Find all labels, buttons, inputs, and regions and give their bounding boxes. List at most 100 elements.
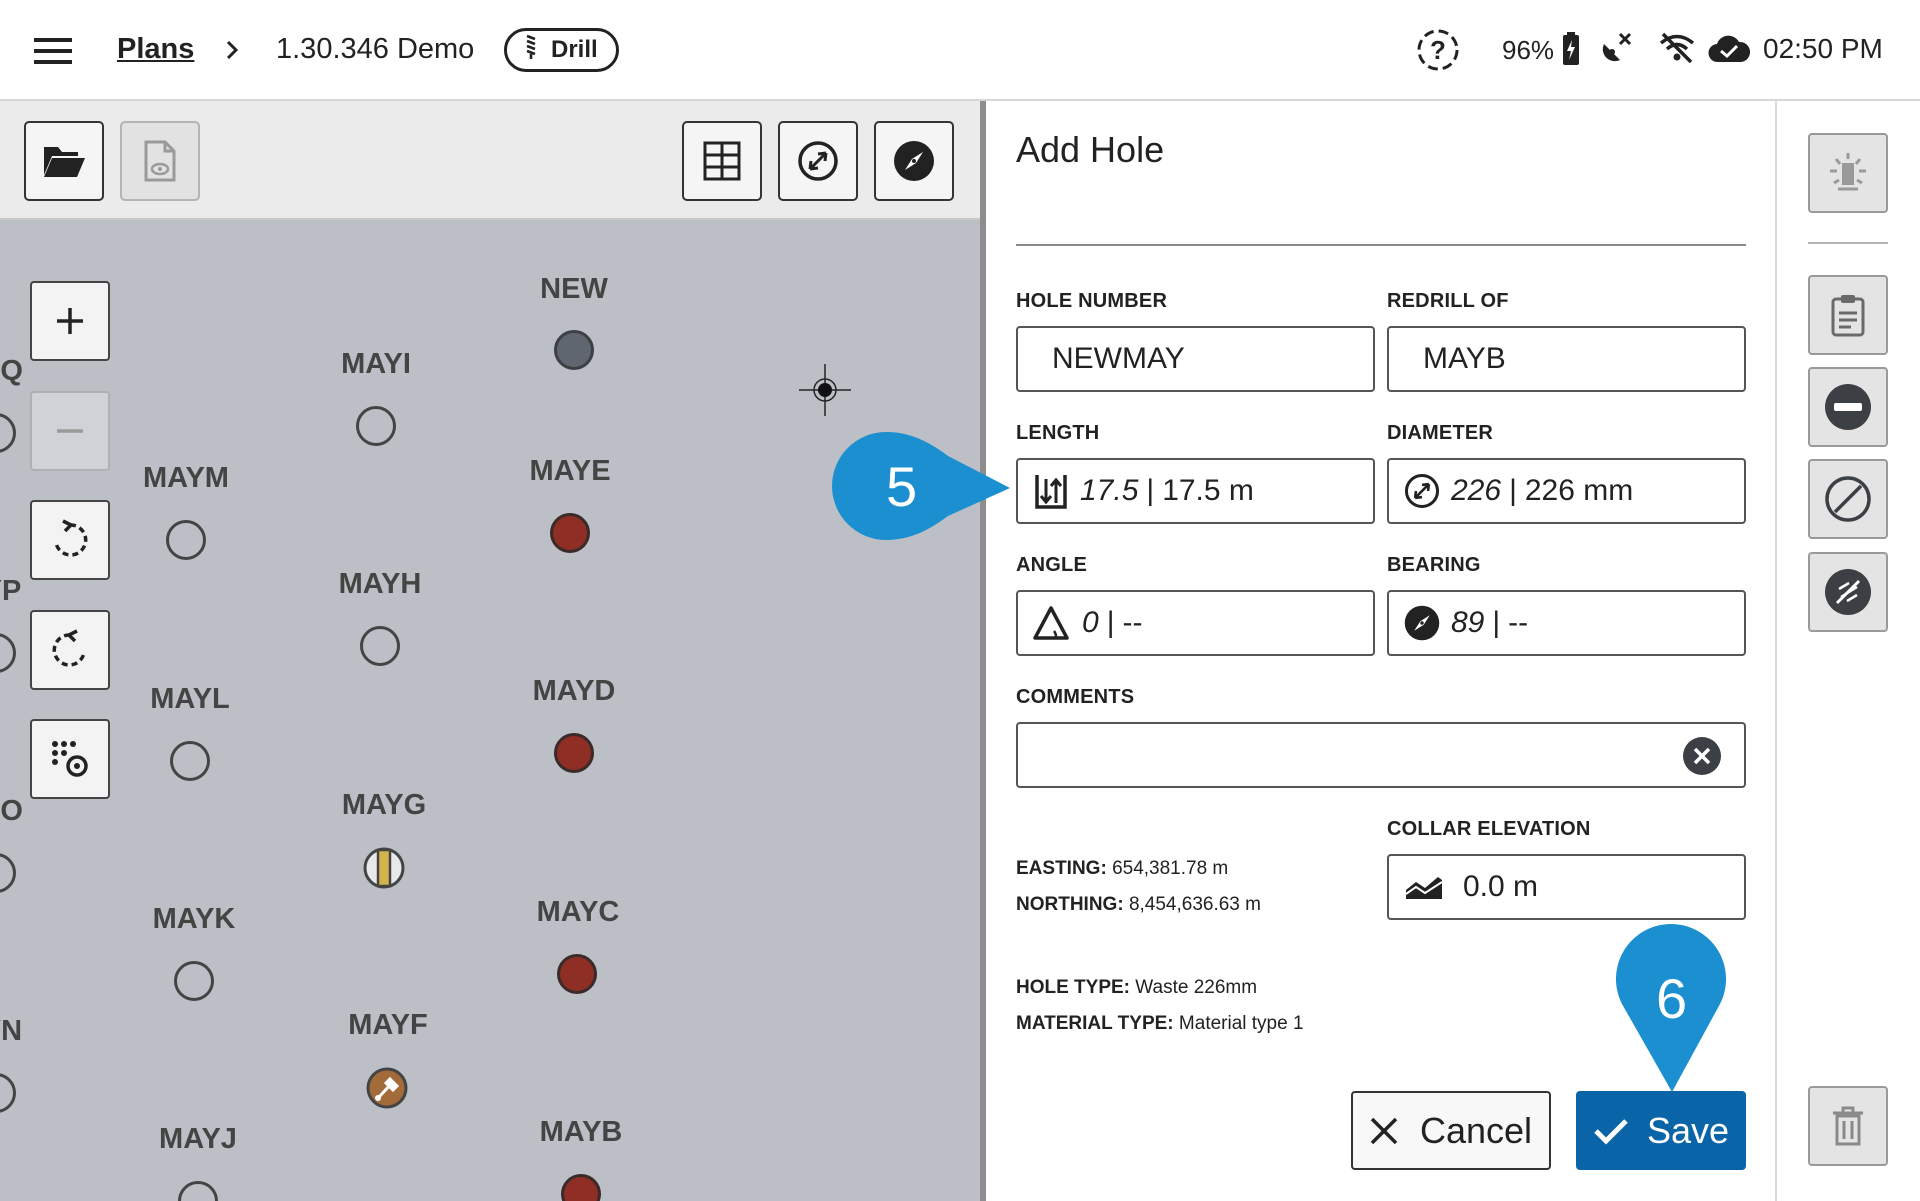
partially-drilled-hole-marker[interactable] (363, 847, 405, 894)
hole-marker[interactable] (174, 961, 214, 1001)
diameter-view-button[interactable] (778, 121, 858, 201)
dots-settings-icon (52, 741, 88, 777)
rotate-clockwise-icon (54, 519, 88, 557)
compass-icon (894, 141, 934, 181)
hole-label: YN (0, 1015, 23, 1047)
drill-icon (523, 34, 539, 67)
disable-hole-button[interactable] (1808, 552, 1888, 632)
hole-label: MAYC (536, 896, 620, 928)
hole-marker[interactable] (178, 1181, 218, 1201)
rotate-clockwise-button[interactable] (30, 500, 110, 580)
hole-label: MAYK (152, 903, 236, 935)
material-type-line: MATERIAL TYPE: Material type 1 (1016, 1013, 1304, 1035)
angle-converted: -- (1122, 606, 1143, 639)
minus-icon (57, 429, 83, 433)
diameter-icon (1403, 472, 1441, 510)
help-icon[interactable]: ? (1416, 28, 1460, 77)
hole-number-field[interactable]: NEWMAY (1016, 326, 1375, 392)
table-view-button[interactable] (682, 121, 762, 201)
zoom-in-button[interactable] (30, 281, 110, 361)
hole-marker[interactable] (166, 520, 206, 560)
diameter-field[interactable]: 226 | 226 mm (1387, 458, 1746, 524)
save-button[interactable]: Save (1576, 1091, 1746, 1170)
clipboard-button[interactable] (1808, 275, 1888, 355)
diameter-label: DIAMETER (1387, 422, 1494, 444)
hole-marker[interactable] (0, 1073, 16, 1113)
collar-elevation-value: 0.0 m (1463, 870, 1539, 903)
length-label: LENGTH (1016, 422, 1100, 444)
drilled-hole-marker[interactable] (561, 1174, 601, 1201)
comments-label: COMMENTS (1016, 686, 1135, 708)
hole-type-value: Waste 226mm (1135, 977, 1258, 998)
material-type-label: MATERIAL TYPE: (1016, 1013, 1174, 1034)
hole-label: MAYJ (159, 1123, 237, 1155)
rotate-counterclockwise-icon (52, 629, 86, 667)
hole-pattern-settings-button[interactable] (30, 719, 110, 799)
redrill-of-field[interactable]: MAYB (1387, 326, 1746, 392)
angle-icon (1032, 605, 1070, 641)
hole-marker[interactable] (356, 406, 396, 446)
drilled-hole-marker[interactable] (550, 513, 590, 553)
drilled-hole-marker[interactable] (554, 733, 594, 773)
hole-label: NEW (540, 273, 608, 305)
new-hole-marker[interactable] (554, 330, 594, 370)
minus-circle-icon (1825, 384, 1871, 430)
mode-pill-label: Drill (551, 36, 598, 63)
northing-value: 8,454,636.63 m (1128, 894, 1261, 915)
panel-title: Add Hole (1016, 129, 1165, 170)
preview-document-button[interactable] (120, 121, 200, 201)
collar-elevation-label: COLLAR ELEVATION (1387, 818, 1591, 840)
map-toolbar (0, 101, 980, 220)
right-tool-rail (1775, 101, 1920, 1201)
clear-comments-icon[interactable] (1682, 736, 1722, 781)
zoom-out-button[interactable] (30, 391, 110, 471)
cloud-done-icon (1708, 32, 1751, 69)
step-5-callout: 5 (832, 432, 1022, 540)
redrill-of-label: REDRILL OF (1387, 290, 1509, 312)
length-icon (1034, 473, 1068, 509)
save-label: Save (1646, 1109, 1730, 1151)
block-hole-button[interactable] (1808, 459, 1888, 539)
hole-marker[interactable] (360, 626, 400, 666)
rail-divider (1808, 242, 1888, 244)
length-field[interactable]: 17.5 | 17.5 m (1016, 458, 1375, 524)
remove-hole-button[interactable] (1808, 367, 1888, 447)
delete-button[interactable] (1808, 1086, 1888, 1166)
hole-label: MAYG (341, 789, 427, 821)
blast-icon (1830, 153, 1866, 191)
hole-marker[interactable] (170, 741, 210, 781)
hole-number-label: HOLE NUMBER (1016, 290, 1168, 312)
explode-tool-button[interactable] (1808, 133, 1888, 213)
title-divider (1016, 244, 1746, 246)
hole-type-line: HOLE TYPE: Waste 226mm (1016, 977, 1257, 999)
collar-elevation-field[interactable]: 0.0 m (1387, 854, 1746, 920)
bearing-label: BEARING (1387, 554, 1481, 576)
hole-label: YQ (0, 355, 23, 387)
cancel-button[interactable]: Cancel (1351, 1091, 1551, 1170)
rotate-counterclockwise-button[interactable] (30, 610, 110, 690)
angle-field[interactable]: 0 | -- (1016, 590, 1375, 656)
hole-number-value: NEWMAY (1052, 342, 1185, 375)
svg-text:?: ? (1430, 35, 1446, 65)
comments-input[interactable] (1016, 722, 1746, 788)
angle-label: ANGLE (1016, 554, 1087, 576)
hole-marker[interactable] (0, 633, 16, 673)
hole-label: MAYE (529, 455, 611, 487)
bearing-field[interactable]: 89 | -- (1387, 590, 1746, 656)
open-folder-button[interactable] (24, 121, 104, 201)
drilled-hole-marker[interactable] (557, 954, 597, 994)
top-bar: Plans 1.30.346 Demo Drill ? 96% 02:50 PM (0, 0, 1920, 101)
bearing-converted: -- (1508, 606, 1529, 639)
breadcrumb-plans-link[interactable]: Plans (117, 33, 194, 66)
compass-view-button[interactable] (874, 121, 954, 201)
hole-marker[interactable] (0, 853, 16, 893)
map-view[interactable]: YQ YP YO YN MAYM MAYL MAYK MAYJ MAYI MAY… (0, 101, 980, 1201)
hole-marker[interactable] (0, 413, 16, 453)
dig-hole-marker[interactable] (366, 1067, 408, 1114)
hole-label: MAYI (341, 348, 411, 380)
mode-pill[interactable]: Drill (504, 28, 619, 72)
diameter-converted: 226 mm (1524, 474, 1634, 507)
menu-icon[interactable] (34, 38, 72, 69)
length-value: 17.5 (1080, 474, 1139, 507)
folder-open-icon (44, 147, 85, 177)
